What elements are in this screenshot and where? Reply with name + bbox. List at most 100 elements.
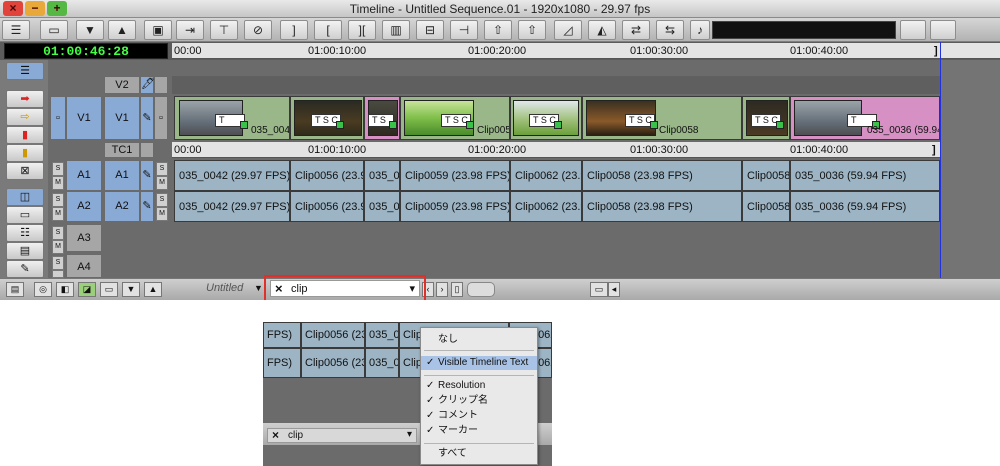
render-icon[interactable]: ⊠ xyxy=(6,162,44,180)
red-up-arrow-icon[interactable]: ⇧ xyxy=(518,20,546,40)
audio-clip[interactable]: Clip0056 (23.98 FPS) xyxy=(290,160,364,191)
audio-clip[interactable]: 035_0042 (29.97 FPS) xyxy=(174,191,290,222)
audio-clip[interactable]: Clip0059 (23.98 FPS) xyxy=(400,191,510,222)
scroll-left-icon[interactable]: ◂ xyxy=(608,282,620,297)
audio-clip[interactable]: Clip0058 xyxy=(742,191,790,222)
inset-filter-input[interactable]: clip xyxy=(288,430,303,441)
timecode-display[interactable]: 01:00:46:28 xyxy=(4,43,168,59)
audio-clip[interactable]: Clip0058 (23.98 FPS) xyxy=(582,160,742,191)
track-a1-lock-icon[interactable]: ✎ xyxy=(140,160,154,191)
audio-icon[interactable]: ♪ xyxy=(690,20,710,40)
bottom-monitor-icon[interactable]: ▭ xyxy=(100,282,118,297)
overwrite-icon[interactable]: ⇥ xyxy=(176,20,204,40)
mark-out-icon[interactable]: ] xyxy=(280,20,308,40)
inset-filter-dropdown-icon[interactable]: ▾ xyxy=(407,429,412,440)
a2-solo-button[interactable]: S xyxy=(52,193,64,207)
zoom-slider[interactable] xyxy=(467,282,495,297)
a1-mute-button[interactable]: M xyxy=(52,176,64,190)
clear-icon[interactable]: ⊘ xyxy=(244,20,272,40)
splice-icon[interactable]: ⊤ xyxy=(210,20,238,40)
audio-clip[interactable]: FPS) xyxy=(263,348,301,378)
a1-solo-button[interactable]: S xyxy=(52,162,64,176)
red-arrow-icon[interactable]: ➡ xyxy=(6,90,44,108)
track-a3-source[interactable]: A3 xyxy=(66,224,102,252)
bottom-menu-icon[interactable]: ▤ xyxy=(6,282,24,297)
video-clip[interactable]: T S C xyxy=(290,96,364,140)
fit-icon[interactable]: ▭ xyxy=(590,282,608,297)
audio-clip[interactable]: Clip0062 (23.98 FPS) xyxy=(510,191,582,222)
audio-clip[interactable]: Clip0056 (23.98 xyxy=(301,348,365,378)
effects-icon[interactable]: ✎ xyxy=(6,260,44,278)
audio-clip[interactable]: Clip0058 xyxy=(742,160,790,191)
audio-clip[interactable]: Clip0059 (23.98 FPS) xyxy=(400,160,510,191)
menu-item-comment[interactable]: ✓ コメント xyxy=(421,409,537,423)
audio-clip[interactable]: Clip0062 (23.98 FPS) xyxy=(510,160,582,191)
top-ruler[interactable]: 00:00 01:00:10:00 01:00:20:00 01:00:30:0… xyxy=(172,43,1000,59)
clip-view-icon[interactable]: ▭ xyxy=(6,206,44,224)
toolbar-extra-button-2[interactable] xyxy=(930,20,956,40)
toolbar-menu-button[interactable]: ☰ xyxy=(2,20,30,40)
video-clip[interactable]: T S C Clip0058 xyxy=(582,96,742,140)
a1-solo-button-right[interactable]: S xyxy=(156,162,168,176)
toolbar-extra-button[interactable] xyxy=(900,20,926,40)
track-v2-record[interactable]: V2 xyxy=(104,76,140,94)
a1-mute-button-right[interactable]: M xyxy=(156,176,168,190)
menu-item-resolution[interactable]: ✓ Resolution xyxy=(421,379,537,393)
timeline-bar-icon[interactable]: ▯ xyxy=(451,282,463,297)
collapse-icon[interactable]: ⊟ xyxy=(416,20,444,40)
inset-clear-filter-icon[interactable]: × xyxy=(272,428,279,442)
mark-clip-icon[interactable]: ][ xyxy=(348,20,376,40)
track-tc1-lock[interactable] xyxy=(140,142,154,158)
mark-clip-full-icon[interactable]: ▥ xyxy=(382,20,410,40)
audio-clip[interactable]: FPS) xyxy=(263,322,301,348)
video-clip[interactable]: T S xyxy=(364,96,400,140)
menu-item-clip-name[interactable]: ✓ クリップ名 xyxy=(421,394,537,408)
audio-clip[interactable]: 035_0 xyxy=(365,348,399,378)
a2-solo-button-right[interactable]: S xyxy=(156,193,168,207)
track-v1-monitor-icon[interactable]: ▫ xyxy=(50,96,66,140)
bottom-effect-icon[interactable]: ◪ xyxy=(78,282,96,297)
settings-sliders-icon[interactable]: ☷ xyxy=(6,224,44,242)
audio-clip[interactable]: 035_0036 (59.94 FPS) xyxy=(790,160,940,191)
bottom-record-icon[interactable]: ◎ xyxy=(34,282,52,297)
audio-clip[interactable]: Clip0058 (23.98 FPS) xyxy=(582,191,742,222)
track-v2-lock-icon[interactable]: 🖊 xyxy=(140,76,155,94)
yellow-up-arrow-icon[interactable]: ⇧ xyxy=(484,20,512,40)
sequence-menu-chevron-icon[interactable]: ▼ xyxy=(254,283,263,293)
video-clip[interactable]: T 035_0036 (59.94 xyxy=(790,96,940,140)
a2-mute-button-right[interactable]: M xyxy=(156,207,168,221)
nav-right-icon[interactable]: › xyxy=(436,282,448,297)
bottom-up-arrow-icon[interactable]: ▲ xyxy=(144,282,162,297)
timeline-empty-area[interactable] xyxy=(940,60,1000,278)
split-icon[interactable]: ⊣ xyxy=(450,20,478,40)
audio-clip[interactable]: 035_0043 xyxy=(364,160,400,191)
track-tc1[interactable]: TC1 xyxy=(104,142,140,158)
inset-filter-box[interactable]: × clip ▾ xyxy=(267,428,417,443)
a3-mute-button[interactable]: M xyxy=(52,240,64,254)
source-monitor-icon[interactable]: ◫ xyxy=(6,188,44,206)
audio-clip[interactable]: 035_0043 xyxy=(364,191,400,222)
track-v1-video-monitor-icon[interactable]: ▫ xyxy=(154,96,168,140)
audio-clip[interactable]: Clip0056 (23.98 FPS) xyxy=(290,191,364,222)
track-v2-monitor[interactable] xyxy=(154,76,168,94)
audio-clip[interactable]: 035_0 xyxy=(365,322,399,348)
track-v1-record[interactable]: V1 xyxy=(104,96,140,140)
menu-item-marker[interactable]: ✓ マーカー xyxy=(421,424,537,438)
bottom-split-icon[interactable]: ◧ xyxy=(56,282,74,297)
a4-solo-button[interactable]: S xyxy=(52,256,64,270)
video-clip[interactable]: T 035_004 xyxy=(174,96,290,140)
track-a1-record[interactable]: A1 xyxy=(104,160,140,191)
palette-menu-icon[interactable]: ☰ xyxy=(6,62,44,80)
a3-solo-button[interactable]: S xyxy=(52,226,64,240)
tc1-ruler[interactable]: 00:00 01:00:10:00 01:00:20:00 01:00:30:0… xyxy=(172,142,940,158)
video-clip[interactable]: T S C xyxy=(742,96,790,140)
a2-mute-button[interactable]: M xyxy=(52,207,64,221)
lift-down-icon[interactable]: ▼ xyxy=(76,20,104,40)
a4-mute-button[interactable] xyxy=(52,270,64,278)
red-segment-icon[interactable]: ▮ xyxy=(6,126,44,144)
trim-icon[interactable]: ◿ xyxy=(554,20,582,40)
track-v1-lock-icon[interactable]: ✎ xyxy=(140,96,154,140)
menu-item-none[interactable]: なし xyxy=(421,333,537,347)
track-a4-source[interactable]: A4 xyxy=(66,254,102,278)
menu-item-all[interactable]: すべて xyxy=(421,447,537,461)
